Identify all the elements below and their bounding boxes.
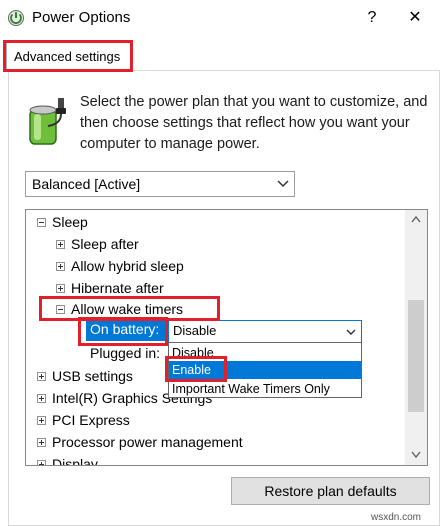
collapse-icon[interactable] [37, 218, 46, 227]
tree-item-hybrid-sleep[interactable]: Allow hybrid sleep [71, 256, 184, 276]
wake-timer-value: Disable [173, 323, 217, 338]
power-plan-value: Balanced [Active] [32, 176, 141, 192]
chevron-down-icon [276, 176, 290, 190]
scroll-down-icon[interactable] [405, 446, 427, 463]
expand-icon[interactable] [37, 416, 46, 425]
expand-icon[interactable] [56, 284, 65, 293]
tree-clip: Display [26, 454, 404, 465]
chevron-down-icon [345, 325, 357, 337]
description-text: Select the power plan that you want to c… [80, 94, 428, 152]
watermark: wsxdn.com [371, 512, 422, 523]
scroll-up-icon[interactable] [405, 211, 427, 228]
dropdown-option[interactable]: Important Wake Timers Only [169, 380, 361, 398]
wake-timer-value-select[interactable]: Disable [168, 320, 362, 343]
scrollbar-thumb[interactable] [408, 300, 424, 412]
expand-icon[interactable] [37, 438, 46, 447]
battery-plug-icon [28, 96, 72, 146]
close-button[interactable]: ✕ [404, 7, 426, 29]
annotation-box [165, 356, 227, 382]
expand-icon[interactable] [56, 240, 65, 249]
tree-item-usb-settings[interactable]: USB settings [52, 366, 133, 386]
tree-item-sleep-after[interactable]: Sleep after [71, 234, 139, 254]
tree-item-hibernate-after[interactable]: Hibernate after [71, 278, 164, 298]
tree-item-pci-express[interactable]: PCI Express [52, 410, 130, 430]
expand-icon[interactable] [37, 460, 46, 465]
expand-icon[interactable] [37, 394, 46, 403]
expand-icon[interactable] [37, 372, 46, 381]
plugged-in-label[interactable]: Plugged in: [90, 343, 160, 363]
restore-plan-defaults-button[interactable]: Restore plan defaults [231, 477, 430, 505]
help-button[interactable]: ? [362, 7, 382, 29]
tree-item-display[interactable]: Display [52, 454, 98, 465]
annotation-box [3, 40, 133, 72]
tree-item-sleep[interactable]: Sleep [52, 212, 88, 232]
expand-icon[interactable] [56, 262, 65, 271]
power-options-icon [7, 9, 25, 27]
annotation-box [78, 317, 168, 346]
power-plan-select[interactable]: Balanced [Active] [25, 171, 295, 197]
tree-item-processor-power[interactable]: Processor power management [52, 432, 243, 452]
window-title: Power Options [32, 9, 131, 26]
